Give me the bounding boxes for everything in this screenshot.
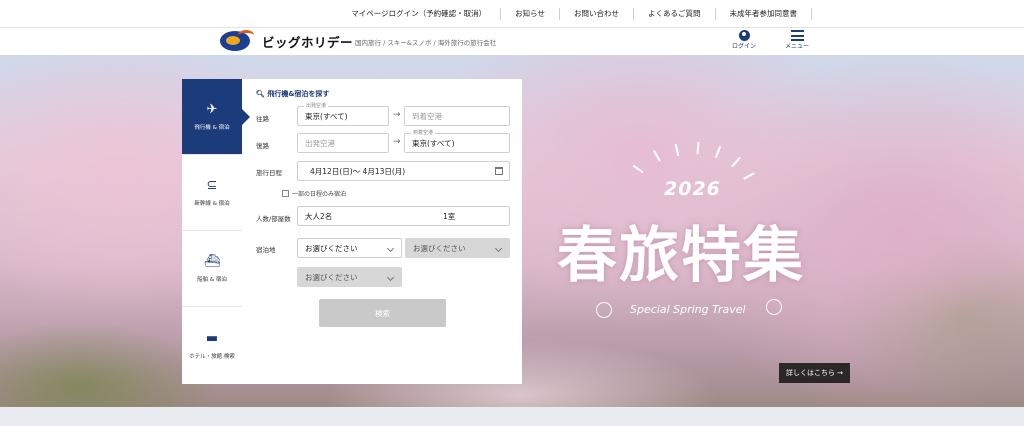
arrival-placeholder: 到着空港 [412,111,442,121]
campaign-year: 2026 [664,178,721,200]
outbound-departure-airport[interactable]: 出発空港 東京(すべて) [297,102,389,126]
tab-label: 飛行機 & 宿泊 [194,125,230,131]
partial-stay-label: 一部の日程のみ宿泊 [292,191,347,198]
search-panel: ✈ 飛行機 & 宿泊 ⊆ 新幹線 & 宿泊 ⛴ 船舶 & 宿泊 ▬ ホテル・旅館… [182,79,522,384]
tab-flight-hotel[interactable]: ✈ 飛行機 & 宿泊 [182,79,250,155]
select-value: お選びください [305,243,358,253]
campaign-title[interactable]: 春旅特集 [557,207,805,294]
tab-ship-hotel[interactable]: ⛴ 船舶 & 宿泊 [182,231,242,307]
menu-button[interactable]: メニュー [782,30,812,50]
departure-mini-label: 出発空港 [304,102,329,109]
people-rooms-field[interactable]: 大人2名 1室 [297,206,510,226]
shinkansen-icon: ⊆ [206,178,218,193]
search-form: 🔍︎ 飛行機&宿泊を探す 往路 出発空港 東京(すべて) → 到着空港 復路 出… [242,79,522,384]
arrow-right-icon: → [393,110,401,120]
ship-icon: ⛴ [203,254,221,269]
lodging-select-1[interactable]: お選びください [297,238,402,258]
return-label: 復路 [256,142,269,150]
arrow-right-icon: → [393,137,401,147]
chevron-down-icon [386,244,395,253]
departure-value: 東京(すべて) [305,111,348,121]
return-departure-airport[interactable]: 出発空港 [297,133,389,153]
arrival-value: 東京(すべて) [412,138,455,148]
site-header: ビッグホリデー 国内旅行 / スキー&スノボ / 海外旅行の旅行会社 ログイン … [0,28,1024,55]
faq-link[interactable]: よくあるご質問 [633,8,715,20]
people-value: 大人2名 [305,211,333,221]
departure-placeholder: 出発空港 [305,138,335,148]
cherry-flower-icon [596,302,612,318]
hamburger-icon [790,30,804,41]
logo-mark-icon [220,30,254,51]
arrival-mini-label: 到着空港 [411,129,436,136]
search-icon: 🔍︎ [256,90,265,98]
chevron-down-icon [494,244,503,253]
select-value: お選びください [305,272,358,282]
tab-shinkansen-hotel[interactable]: ⊆ 新幹線 & 宿泊 [182,155,242,231]
search-button[interactable]: 検索 [319,299,446,327]
dates-value: 4月12日(日)〜 4月13日(月) [310,166,406,176]
user-icon [738,30,750,41]
rooms-value: 1室 [443,211,456,221]
lodging-label: 宿泊地 [256,246,276,254]
top-nav: マイページログイン（予約確認・取消） お知らせ お問い合わせ よくあるご質問 未… [337,0,812,28]
details-button[interactable]: 詳しくはこちら → [779,363,850,383]
partial-stay-checkbox[interactable]: 一部の日程のみ宿泊 [282,189,346,198]
header-tagline: 国内旅行 / スキー&スノボ / 海外旅行の旅行会社 [355,39,497,47]
select-value: お選びください [413,243,466,253]
hero-bottom-strip [0,407,1024,426]
site-logo[interactable]: ビッグホリデー [220,30,354,51]
dates-label: 旅行日程 [256,169,282,177]
login-button[interactable]: ログイン [729,30,759,50]
cherry-flower-icon [766,299,782,315]
outbound-arrival-airport[interactable]: 到着空港 [404,106,510,126]
news-link[interactable]: お知らせ [500,8,559,20]
campaign-subtitle: Special Spring Travel [630,303,746,316]
contact-link[interactable]: お問い合わせ [559,8,633,20]
lodging-select-2[interactable]: お選びください [405,238,510,258]
people-rooms-label: 人数/部屋数 [256,215,291,223]
search-tabs: ✈ 飛行機 & 宿泊 ⊆ 新幹線 & 宿泊 ⛴ 船舶 & 宿泊 ▬ ホテル・旅館… [182,79,250,384]
return-arrival-airport[interactable]: 到着空港 東京(すべて) [404,129,510,153]
menu-label: メニュー [784,43,809,50]
chevron-down-icon [386,273,395,282]
form-title-text: 飛行機&宿泊を探す [267,90,330,98]
login-label: ログイン [731,43,756,50]
tab-label: 船舶 & 宿泊 [197,277,227,283]
form-title: 🔍︎ 飛行機&宿泊を探す [256,89,329,99]
airplane-icon: ✈ [206,102,218,117]
tab-label: 新幹線 & 宿泊 [194,201,230,207]
tab-hotel-search[interactable]: ▬ ホテル・旅館 検索 [182,307,242,383]
top-utility-bar: マイページログイン（予約確認・取消） お知らせ お問い合わせ よくあるご質問 未… [0,0,1024,28]
outbound-label: 往路 [256,115,269,123]
calendar-icon [495,167,503,175]
minor-consent-link[interactable]: 未成年者参加同意書 [714,8,812,20]
travel-dates-field[interactable]: 4月12日(日)〜 4月13日(月) [297,161,510,181]
lodging-select-3[interactable]: お選びください [297,267,402,287]
tab-label: ホテル・旅館 検索 [189,353,235,360]
mypage-login-link[interactable]: マイページログイン（予約確認・取消） [337,8,500,20]
checkbox-box[interactable] [282,190,289,197]
bed-icon: ▬ [205,330,219,346]
logo-text: ビッグホリデー [262,34,354,50]
